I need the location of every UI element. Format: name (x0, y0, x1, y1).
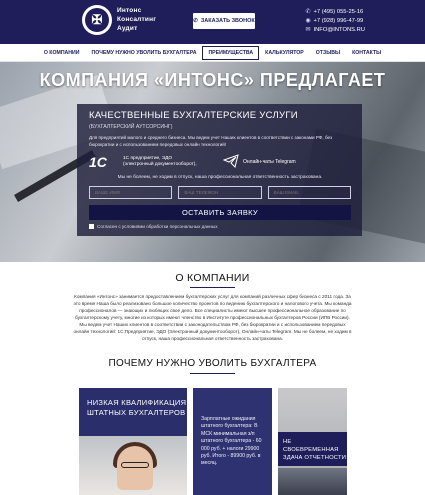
nav-item-advantages[interactable]: ПРЕИМУЩЕСТВА (202, 45, 260, 60)
card-label: НИЗКАЯ КВАЛИФИКАЦИЯ ШТАТНЫХ БУХГАЛТЕРОВ (87, 398, 186, 417)
card-text: Зарплатные ожидания штатного бухгалтера:… (201, 416, 262, 467)
reasons-cards: НИЗКАЯ КВАЛИФИКАЦИЯ ШТАТНЫХ БУХГАЛТЕРОВ … (79, 388, 347, 495)
person-face-shape (117, 446, 153, 490)
phone-1[interactable]: +7 (495) 055-25-16 (313, 9, 363, 15)
site-header: ✠ Интонс Консалтинг Аудит ✆ ЗАКАЗАТЬ ЗВО… (0, 0, 425, 44)
divider (190, 373, 235, 374)
nav-item-reviews[interactable]: ОТЗЫВЫ (310, 46, 346, 60)
onec-logo-icon: 1С (89, 154, 107, 170)
card-label-line: ЗДАЧА ОТЧЕТНОСТИ (283, 455, 347, 461)
panel-subtitle: (БУХГАЛТЕРСКИЙ АУТСОРСИНГ) (89, 124, 173, 130)
email-input[interactable] (267, 186, 351, 199)
reason-card-salary: Зарплатные ожидания штатного бухгалтера:… (193, 388, 272, 495)
about-text: Компания «Интонс» занимается предоставле… (73, 294, 352, 341)
panel-title: КАЧЕСТВЕННЫЕ БУХГАЛТЕРСКИЕ УСЛУГИ (89, 110, 298, 121)
logo-icon[interactable]: ✠ (82, 5, 112, 35)
logo-line: Аудит (117, 25, 138, 32)
about-title: О КОМПАНИИ (175, 272, 250, 284)
nav-item-about[interactable]: О КОМПАНИИ (38, 46, 86, 60)
panel-description: Для предприятий малого и среднего бизнес… (89, 135, 333, 147)
phone-input[interactable] (178, 186, 262, 199)
call-request-label: ЗАКАЗАТЬ ЗВОНОК (200, 18, 255, 24)
logo-line: Консалтинг (117, 16, 157, 23)
hero-section: КОМПАНИЯ «ИНТОНС» ПРЕДЛАГАЕТ КАЧЕСТВЕННЫ… (0, 62, 425, 262)
card-label-box: НЕ СВОЕВРЕМЕННАЯ ЗДАЧА ОТЧЕТНОСТИ (278, 432, 347, 466)
card-label-line: НЕ СВОЕВРЕМЕННАЯ (283, 439, 339, 453)
card-label-line: НИЗКАЯ КВАЛИФИКАЦИЯ (87, 398, 187, 407)
divider (190, 287, 235, 288)
panel-note: Мы не болеем, не ходим в отпуск, наша пр… (117, 175, 323, 180)
email-link[interactable]: INFO@INTONS.RU (313, 27, 365, 33)
logo-text[interactable]: Интонс Консалтинг Аудит (117, 6, 156, 33)
card-label-line: ШТАТНЫХ БУХГАЛТЕРОВ (87, 407, 186, 417)
consent-checkbox-row[interactable]: Согласен с условиями обработки персональ… (89, 224, 218, 229)
main-nav: О КОМПАНИИ ПОЧЕМУ НУЖНО УВОЛИТЬ БУХГАЛТЕ… (0, 44, 425, 62)
glasses-shape (121, 462, 149, 468)
onec-text: 1С предприятие, ЭДО (электронный докумен… (123, 156, 197, 168)
why-title: ПОЧЕМУ НУЖНО УВОЛИТЬ БУХГАЛТЕРА (108, 358, 317, 369)
telegram-icon (223, 154, 239, 168)
header-contacts: ✆ +7 (495) 055-25-16 ◉ +7 (928) 996-47-99 … (305, 8, 365, 35)
submit-request-button[interactable]: ОСТАВИТЬ ЗАЯВКУ (89, 205, 351, 220)
reason-card-low-qualification: НИЗКАЯ КВАЛИФИКАЦИЯ ШТАТНЫХ БУХГАЛТЕРОВ (79, 388, 187, 495)
reason-card-late-reporting: НЕ СВОЕВРЕМЕННАЯ ЗДАЧА ОТЧЕТНОСТИ (278, 388, 347, 495)
consent-checkbox[interactable] (89, 224, 94, 229)
phone-icon: ✆ (193, 18, 198, 24)
telegram-text: Онлайн-чаты Telegram (243, 159, 296, 165)
consent-label: Согласен с условиями обработки персональ… (97, 224, 218, 229)
request-form-fields (89, 186, 351, 199)
card-photo (278, 468, 347, 495)
page: ✠ Интонс Консалтинг Аудит ✆ ЗАКАЗАТЬ ЗВО… (0, 0, 425, 495)
nav-item-calculator[interactable]: КАЛЬКУЛЯТОР (259, 46, 310, 60)
name-input[interactable] (89, 186, 173, 199)
card-label: НЕ СВОЕВРЕМЕННАЯ ЗДАЧА ОТЧЕТНОСТИ (283, 438, 347, 462)
hero-title: КОМПАНИЯ «ИНТОНС» ПРЕДЛАГАЕТ (39, 70, 386, 90)
nav-item-why-fire[interactable]: ПОЧЕМУ НУЖНО УВОЛИТЬ БУХГАЛТЕРА (86, 46, 203, 60)
request-panel: КАЧЕСТВЕННЫЕ БУХГАЛТЕРСКИЕ УСЛУГИ (БУХГА… (77, 104, 362, 236)
nav-item-contacts[interactable]: КОНТАКТЫ (346, 46, 387, 60)
phone-2[interactable]: +7 (928) 996-47-99 (313, 18, 363, 24)
logo-line: Интонс (117, 7, 142, 14)
call-request-button[interactable]: ✆ ЗАКАЗАТЬ ЗВОНОК (193, 13, 255, 29)
